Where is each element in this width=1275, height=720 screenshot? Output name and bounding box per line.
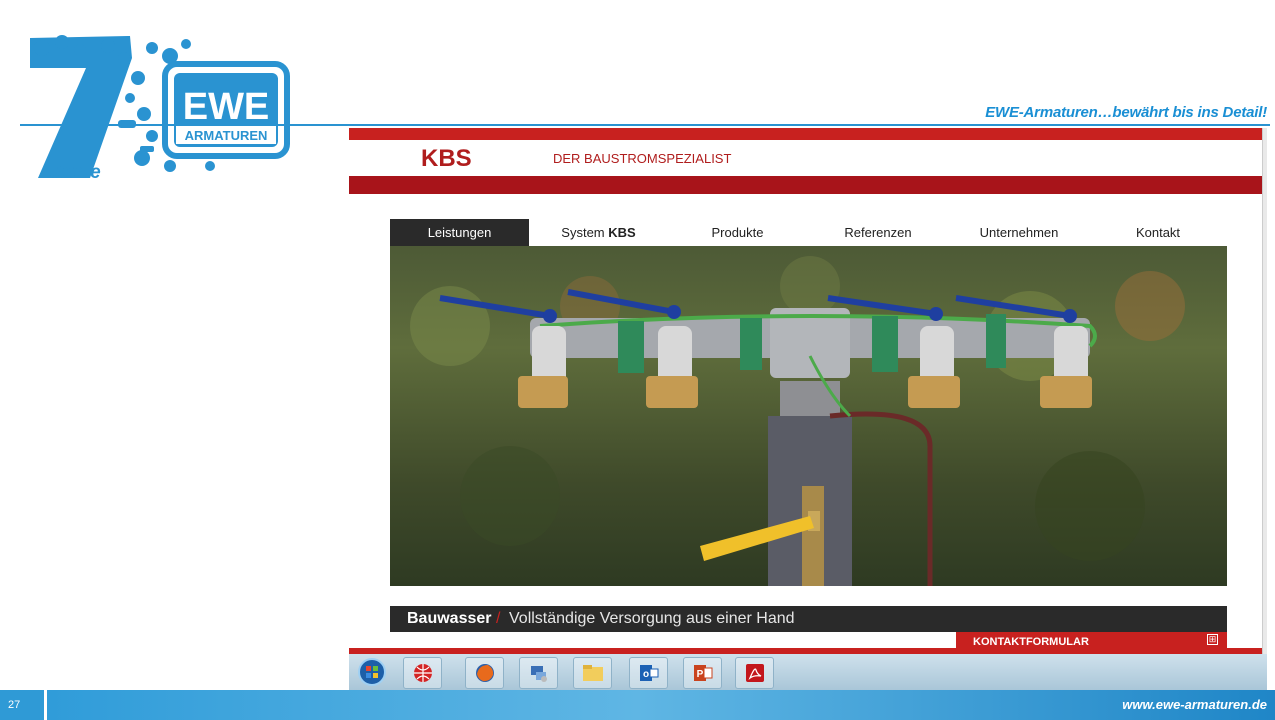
globe-icon[interactable] [403,657,442,689]
website-top-bar [349,128,1267,140]
nav-item-unternehmen[interactable]: Unternehmen [949,219,1089,246]
browser-scrollbar[interactable] [1262,128,1267,654]
svg-text:o: o [642,669,648,680]
slogan: EWE-Armaturen…bewährt bis ins Detail! [985,104,1267,121]
windows-taskbar: o P [349,654,1267,690]
acrobat-icon[interactable] [735,657,774,689]
folder-icon[interactable] [573,657,612,689]
footer-url[interactable]: www.ewe-armaturen.de [1122,697,1267,712]
logo-armaturen-text: ARMATUREN [185,128,268,143]
page-number: 27 [0,690,44,720]
firefox-icon[interactable] [465,657,504,689]
nav-item-referenzen[interactable]: Referenzen [807,219,949,246]
hero-image-water-distributor [390,246,1227,586]
website-red-band [349,176,1267,194]
website-screenshot: KBS DER BAUSTROMSPEZIALIST Leistungen Sy… [349,128,1267,654]
outlook-icon[interactable]: o [629,657,668,689]
header-rule [20,124,1270,126]
website-nav: Leistungen System KBS Produkte Referenze… [390,219,1227,246]
nav-item-kontakt[interactable]: Kontakt [1089,219,1227,246]
network-icon[interactable] [519,657,558,689]
contact-form-label[interactable]: KONTAKTFORMULAR [973,636,1089,648]
nav-item-system-kbs[interactable]: System KBS [529,219,668,246]
caption-title: Bauwasser [407,610,492,627]
nav-item-leistungen[interactable]: Leistungen [390,219,529,246]
logo-jahre-text: Jahre [50,162,101,183]
powerpoint-icon[interactable]: P [683,657,722,689]
caption-text: Vollständige Versorgung aus einer Hand [509,610,795,627]
ewe-70-jahre-logo: EWE ARMATUREN Jahre [20,28,295,186]
website-brand[interactable]: KBS [421,145,472,173]
nav-item-produkte[interactable]: Produkte [668,219,807,246]
svg-text:P: P [696,669,703,680]
logo-ewe-text: EWE [183,86,270,128]
page-number-divider [44,690,47,720]
slide-footer [0,690,1275,720]
caption-separator: / [496,610,501,627]
expand-plus-icon[interactable]: ⊞ [1207,634,1218,645]
website-tagline: DER BAUSTROMSPEZIALIST [553,151,732,166]
windows-start-icon[interactable] [353,657,390,687]
